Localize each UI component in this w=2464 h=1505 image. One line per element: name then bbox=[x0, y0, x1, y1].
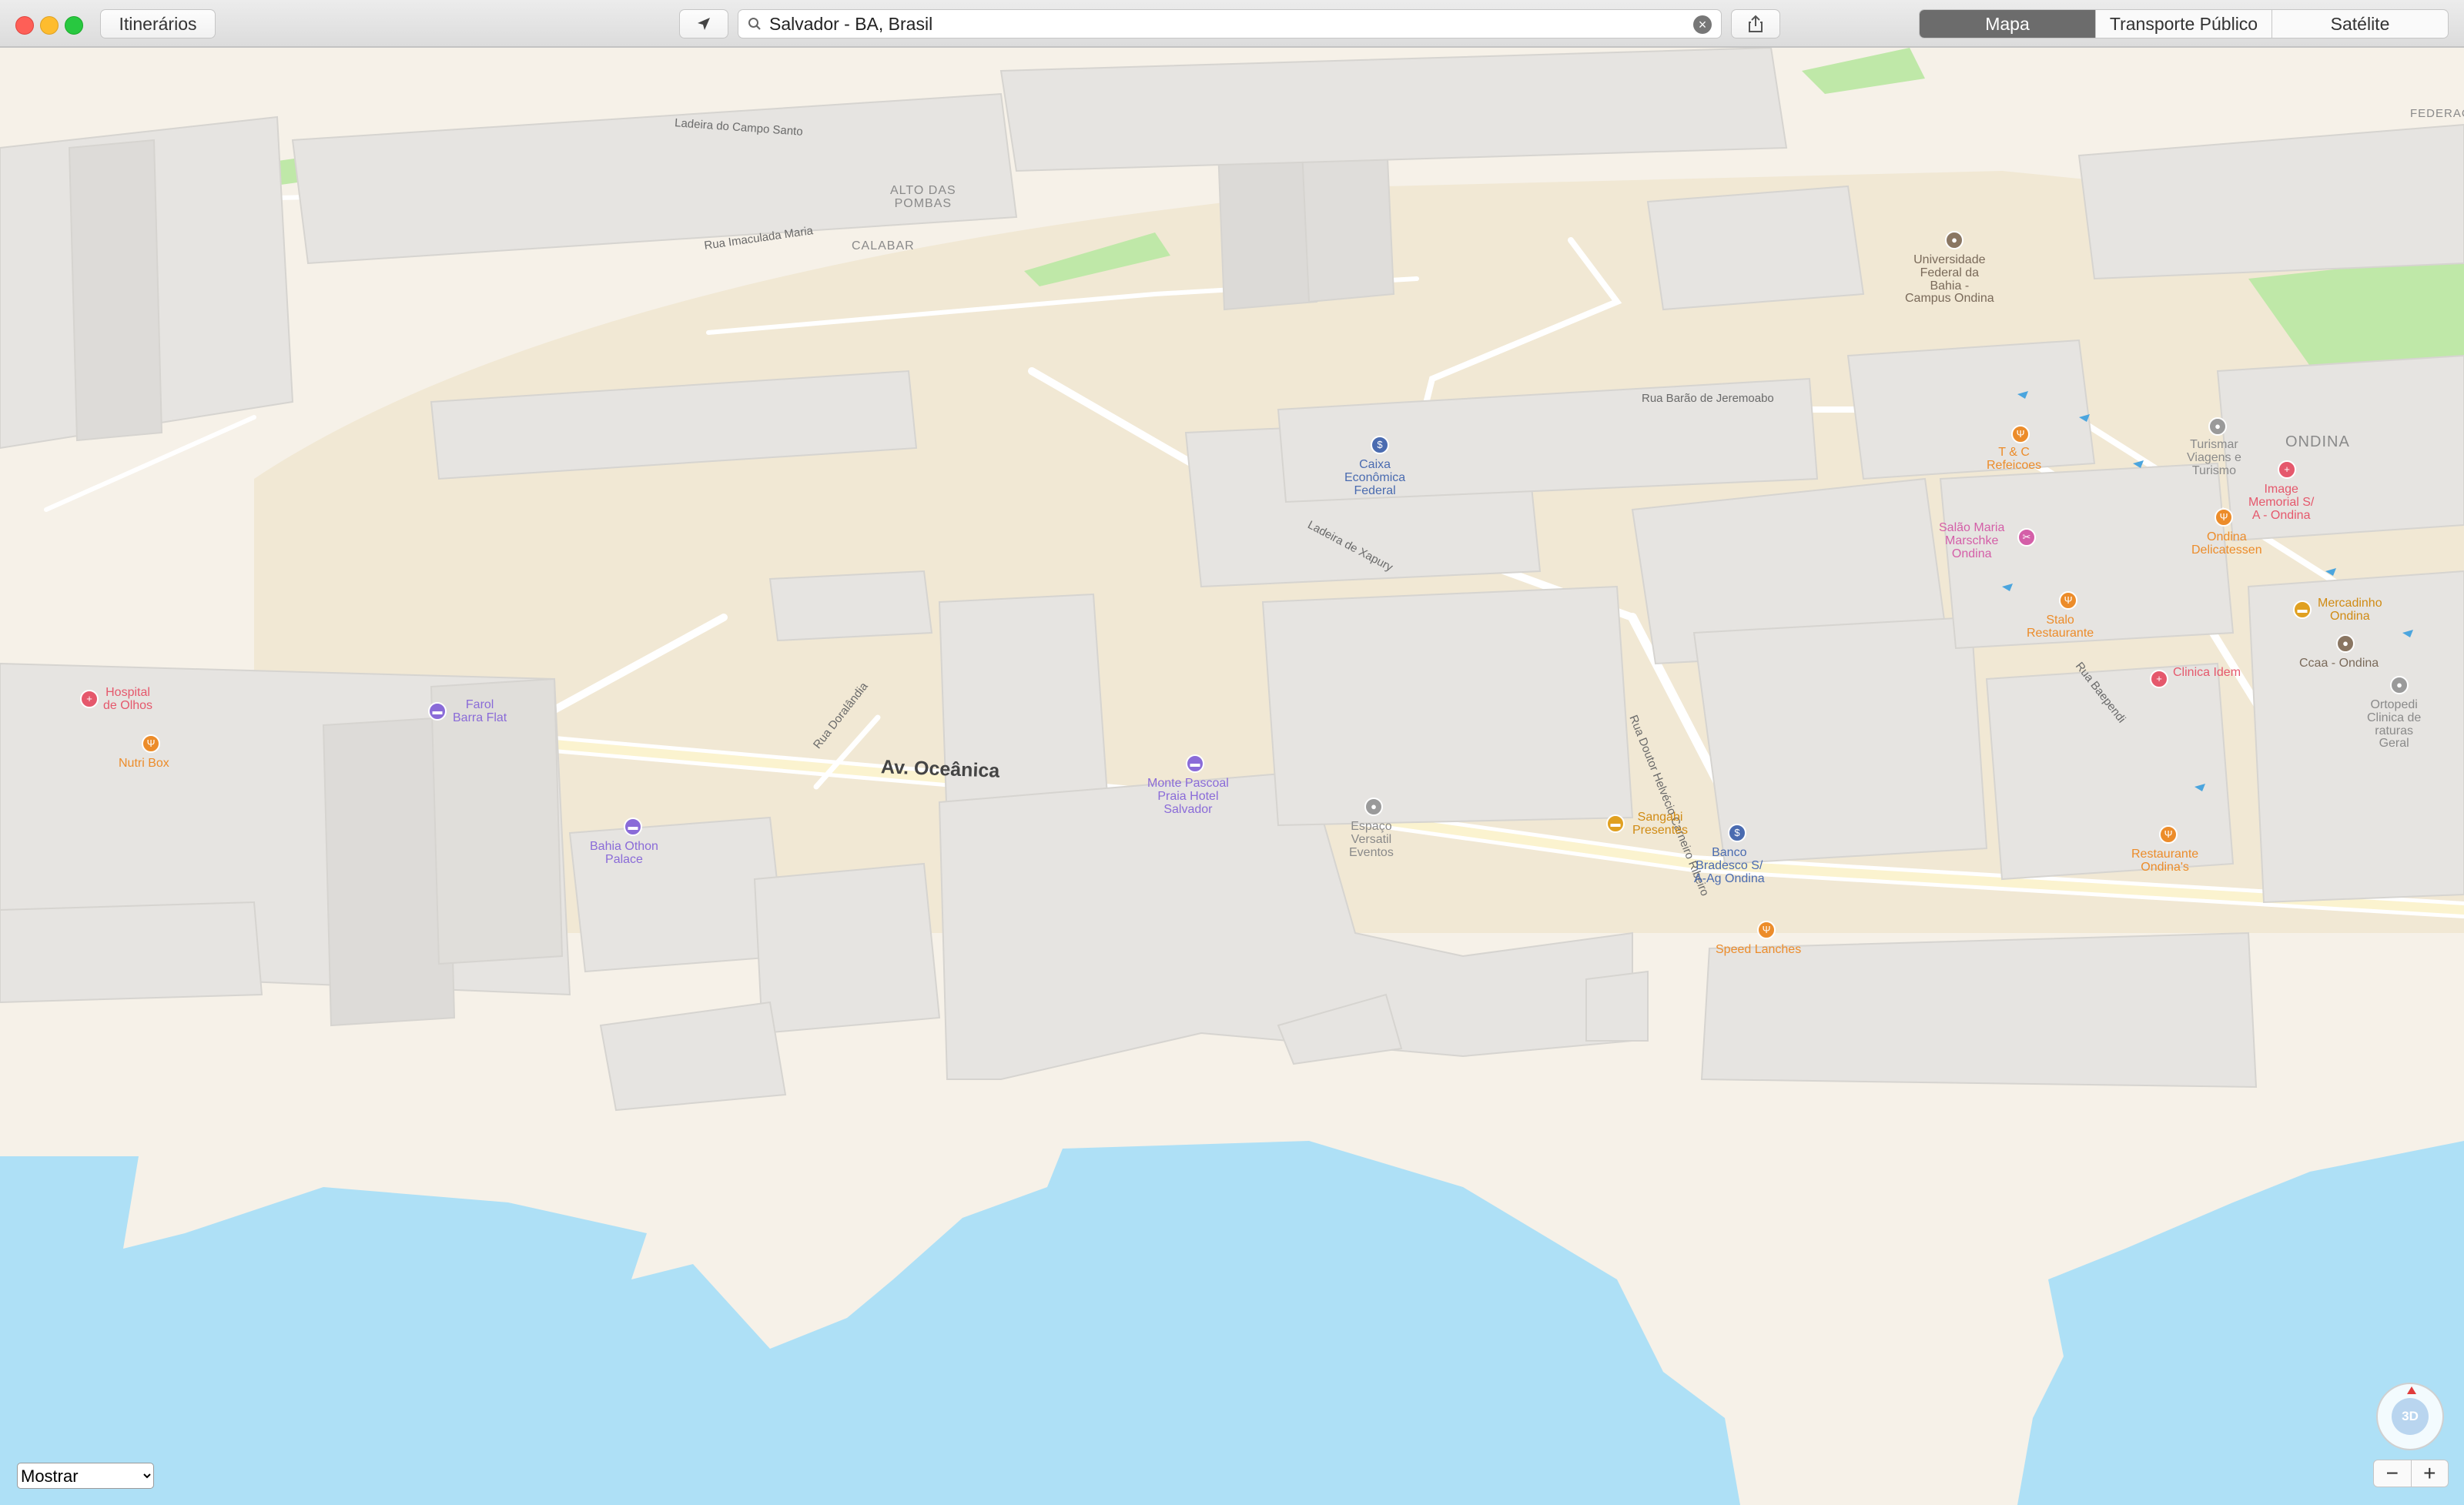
avenue-label: Av. Oceânica bbox=[880, 756, 1000, 782]
tab-satellite[interactable]: Satélite bbox=[2272, 10, 2448, 38]
poi-label[interactable]: Monte Pascoal Praia Hotel Salvador bbox=[1147, 777, 1229, 816]
poi-label[interactable]: Espaço Versatil Eventos bbox=[1349, 820, 1394, 859]
neighborhood-label: CALABAR bbox=[852, 239, 915, 253]
hotel-pin-icon[interactable]: ▬ bbox=[1186, 754, 1204, 773]
tab-map[interactable]: Mapa bbox=[1920, 10, 2095, 38]
school-pin-icon[interactable]: ● bbox=[2336, 634, 2355, 653]
share-button[interactable] bbox=[1731, 9, 1780, 38]
window-minimize-button[interactable] bbox=[40, 16, 59, 35]
poi-label[interactable]: Nutri Box bbox=[119, 757, 169, 771]
restaurant-pin-icon[interactable]: Ψ bbox=[2159, 825, 2178, 844]
restaurant-pin-icon[interactable]: Ψ bbox=[2011, 425, 2030, 443]
poi-label[interactable]: Universidade Federal da Bahia - Campus O… bbox=[1905, 253, 1994, 306]
poi-label[interactable]: Caixa Econômica Federal bbox=[1344, 458, 1405, 497]
street-label: Rua Barão de Jeremoabo bbox=[1642, 392, 1774, 405]
directions-button[interactable]: Itinerários bbox=[100, 9, 216, 38]
zoom-out-button[interactable]: − bbox=[2374, 1460, 2412, 1487]
poi-label[interactable]: Image Memorial S/ A - Ondina bbox=[2248, 483, 2314, 522]
university-pin-icon[interactable]: ● bbox=[1945, 231, 1964, 249]
poi-label[interactable]: Salão Maria Marschke Ondina bbox=[1939, 521, 2004, 560]
map-base bbox=[0, 48, 2464, 1505]
store-pin-icon[interactable]: ▬ bbox=[1606, 814, 1625, 833]
restaurant-pin-icon[interactable]: Ψ bbox=[142, 734, 160, 753]
location-arrow-icon bbox=[698, 18, 710, 30]
share-icon bbox=[1749, 15, 1763, 32]
zoom-in-button[interactable]: + bbox=[2412, 1460, 2449, 1487]
poi-label[interactable]: Speed Lanches bbox=[1716, 943, 1801, 957]
map-mode-segmented-control: Mapa Transporte Público Satélite bbox=[1919, 9, 2449, 38]
hotel-pin-icon[interactable]: ▬ bbox=[624, 818, 642, 836]
poi-label[interactable]: Ortopedi Clinica de raturas Geral bbox=[2367, 698, 2421, 751]
directions-label: Itinerários bbox=[119, 13, 197, 34]
poi-label[interactable]: Sangabi Presentes bbox=[1632, 811, 1688, 838]
clinic-pin-icon[interactable]: ● bbox=[2390, 676, 2409, 694]
clinic-pin-icon[interactable]: + bbox=[2150, 670, 2168, 688]
poi-label[interactable]: Ondina Delicatessen bbox=[2191, 530, 2262, 557]
poi-label[interactable]: Restaurante Ondina's bbox=[2131, 848, 2198, 875]
zoom-control: − + bbox=[2373, 1460, 2449, 1487]
search-input[interactable] bbox=[769, 13, 1662, 35]
bank-pin-icon[interactable]: $ bbox=[1728, 824, 1746, 842]
poi-label[interactable]: Hospital de Olhos bbox=[103, 686, 152, 713]
bank-pin-icon[interactable]: $ bbox=[1371, 436, 1389, 454]
hotel-pin-icon[interactable]: ▬ bbox=[428, 702, 447, 721]
poi-label[interactable]: Farol Barra Flat bbox=[453, 698, 507, 725]
window-close-button[interactable] bbox=[15, 16, 34, 35]
restaurant-pin-icon[interactable]: Ψ bbox=[2215, 508, 2233, 527]
poi-label[interactable]: Ccaa - Ondina bbox=[2299, 657, 2379, 671]
poi-label[interactable]: Stalo Restaurante bbox=[2027, 614, 2094, 640]
compass-3d-label: 3D bbox=[2392, 1398, 2429, 1435]
poi-label[interactable]: T & C Refeicoes bbox=[1987, 446, 2041, 473]
current-location-button[interactable] bbox=[679, 9, 728, 38]
poi-label[interactable]: Mercadinho Ondina bbox=[2318, 597, 2382, 624]
medical-pin-icon[interactable]: + bbox=[2278, 460, 2296, 479]
neighborhood-label: ALTO DAS POMBAS bbox=[890, 184, 956, 210]
search-field[interactable]: × bbox=[738, 9, 1722, 38]
market-pin-icon[interactable]: ▬ bbox=[2293, 600, 2312, 619]
neighborhood-label: FEDERAC bbox=[2410, 107, 2464, 120]
poi-label[interactable]: Turismar Viagens e Turismo bbox=[2187, 438, 2241, 477]
restaurant-pin-icon[interactable]: Ψ bbox=[2059, 591, 2077, 610]
search-icon bbox=[748, 18, 761, 30]
compass-3d-button[interactable]: 3D bbox=[2376, 1383, 2444, 1450]
poi-label[interactable]: Banco Bradesco S/ A-Ag Ondina bbox=[1694, 846, 1765, 885]
travel-agency-pin-icon[interactable]: ● bbox=[2208, 417, 2227, 436]
poi-label[interactable]: Bahia Othon Palace bbox=[590, 840, 658, 867]
salon-pin-icon[interactable]: ✂ bbox=[2017, 528, 2036, 547]
window-zoom-button[interactable] bbox=[65, 16, 83, 35]
neighborhood-label: ONDINA bbox=[2285, 433, 2350, 450]
map-canvas[interactable]: Ladeira do Campo Santo Rua Imaculada Mar… bbox=[0, 48, 2464, 1505]
toolbar: Itinerários × Mapa Transporte Público Sa… bbox=[0, 0, 2464, 48]
restaurant-pin-icon[interactable]: Ψ bbox=[1757, 921, 1776, 939]
clear-icon[interactable]: × bbox=[1693, 15, 1712, 34]
tab-transit[interactable]: Transporte Público bbox=[2095, 10, 2272, 38]
north-indicator-icon bbox=[2407, 1386, 2416, 1394]
venue-pin-icon[interactable]: ● bbox=[1364, 798, 1383, 816]
poi-label[interactable]: Clinica Idem bbox=[2173, 666, 2241, 680]
hospital-pin-icon[interactable]: + bbox=[80, 690, 99, 708]
show-dropdown[interactable]: Mostrar bbox=[17, 1463, 154, 1489]
